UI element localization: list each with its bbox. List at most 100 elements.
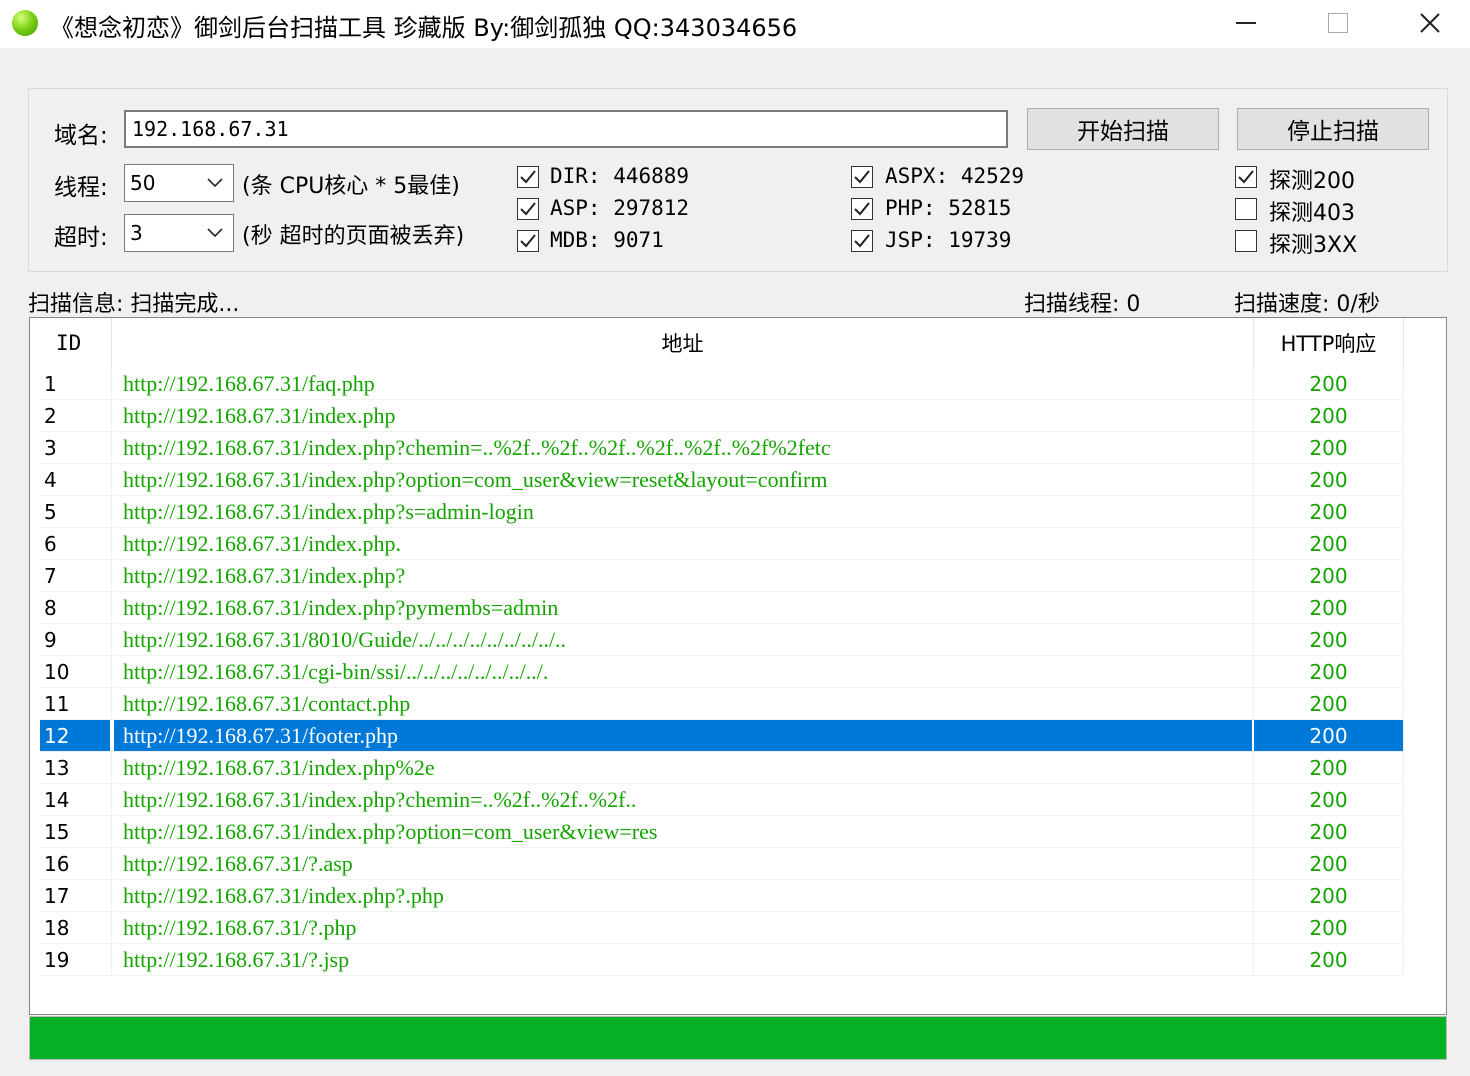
scan-threads-status: 扫描线程: 0 — [1024, 292, 1141, 317]
row-url-cell: http://192.168.67.31/index.php?s=admin-l… — [114, 496, 1254, 528]
row-url-cell: http://192.168.67.31/index.php%2e — [114, 752, 1254, 784]
maximize-button[interactable] — [1292, 0, 1384, 46]
row-url-cell: http://192.168.67.31/?.asp — [114, 848, 1254, 880]
table-row[interactable]: 18 http://192.168.67.31/?.php 200 — [30, 912, 1446, 944]
table-row[interactable]: 7 http://192.168.67.31/index.php? 200 — [30, 560, 1446, 592]
row-url-cell: http://192.168.67.31/index.php. — [114, 528, 1254, 560]
results-rows: 1 http://192.168.67.31/faq.php 200 2 http://… — [30, 368, 1446, 976]
row-url-cell: http://192.168.67.31/cgi-bin/ssi/../../.… — [114, 656, 1254, 688]
row-id-cell: 7 — [40, 560, 112, 592]
scan-info-status: 扫描信息: 扫描完成... — [28, 292, 240, 317]
table-row[interactable]: 16 http://192.168.67.31/?.asp 200 — [30, 848, 1446, 880]
table-row[interactable]: 19 http://192.168.67.31/?.jsp 200 — [30, 944, 1446, 976]
table-row[interactable]: 14 http://192.168.67.31/index.php?chemin=… — [30, 784, 1446, 816]
row-id-cell: 4 — [40, 464, 112, 496]
table-row[interactable]: 3 http://192.168.67.31/index.php?chemin=.… — [30, 432, 1446, 464]
minimize-icon — [1236, 22, 1256, 24]
detect-200-label: 探测200 — [1269, 169, 1355, 194]
table-row[interactable]: 10 http://192.168.67.31/cgi-bin/ssi/../..… — [30, 656, 1446, 688]
minimize-button[interactable] — [1200, 0, 1292, 46]
row-id-cell: 5 — [40, 496, 112, 528]
row-http-code-cell: 200 — [1254, 528, 1404, 560]
row-http-code-cell: 200 — [1254, 560, 1404, 592]
detect-200-checkbox[interactable] — [1235, 166, 1257, 188]
column-header-http-response[interactable]: HTTP响应 — [1254, 318, 1404, 368]
timeout-hint: (秒 超时的页面被丢弃) — [242, 224, 465, 249]
table-row[interactable]: 4 http://192.168.67.31/index.php?option=c… — [30, 464, 1446, 496]
detect-403-checkbox[interactable] — [1235, 198, 1257, 220]
row-http-code-cell: 200 — [1254, 816, 1404, 848]
window-title: 《想念初恋》御剑后台扫描工具 珍藏版 By:御剑孤独 QQ:343034656 — [50, 14, 798, 42]
row-http-code-cell: 200 — [1254, 848, 1404, 880]
dir-checkbox[interactable] — [517, 166, 539, 188]
threads-value: 50 — [130, 171, 156, 195]
row-url-cell: http://192.168.67.31/index.php — [114, 400, 1254, 432]
row-url-cell: http://192.168.67.31/index.php?.php — [114, 880, 1254, 912]
table-row[interactable]: 6 http://192.168.67.31/index.php. 200 — [30, 528, 1446, 560]
aspx-checkbox-label: ASPX: 42529 — [885, 164, 1025, 188]
row-id-cell: 11 — [40, 688, 112, 720]
threads-select[interactable]: 50 — [124, 164, 234, 202]
row-http-code-cell: 200 — [1254, 720, 1404, 752]
checkmark-icon — [1238, 170, 1254, 184]
row-id-cell: 1 — [40, 368, 112, 400]
table-row[interactable]: 17 http://192.168.67.31/index.php?.php 200 — [30, 880, 1446, 912]
stop-scan-button[interactable]: 停止扫描 — [1237, 108, 1429, 150]
row-url-cell: http://192.168.67.31/index.php?pymembs=a… — [114, 592, 1254, 624]
chevron-down-icon — [207, 178, 223, 188]
table-row[interactable]: 2 http://192.168.67.31/index.php 200 — [30, 400, 1446, 432]
row-http-code-cell: 200 — [1254, 464, 1404, 496]
detect-3xx-checkbox[interactable] — [1235, 230, 1257, 252]
row-http-code-cell: 200 — [1254, 944, 1404, 976]
row-id-cell: 15 — [40, 816, 112, 848]
row-id-cell: 19 — [40, 944, 112, 976]
row-url-cell: http://192.168.67.31/faq.php — [114, 368, 1254, 400]
chevron-down-icon — [207, 228, 223, 238]
row-url-cell: http://192.168.67.31/index.php?option=co… — [114, 464, 1254, 496]
row-id-cell: 2 — [40, 400, 112, 432]
row-id-cell: 6 — [40, 528, 112, 560]
row-url-cell: http://192.168.67.31/index.php? — [114, 560, 1254, 592]
scan-progress-bar — [29, 1016, 1447, 1060]
row-http-code-cell: 200 — [1254, 432, 1404, 464]
row-http-code-cell: 200 — [1254, 400, 1404, 432]
row-url-cell: http://192.168.67.31/8010/Guide/../../..… — [114, 624, 1254, 656]
row-http-code-cell: 200 — [1254, 688, 1404, 720]
start-scan-button[interactable]: 开始扫描 — [1027, 108, 1219, 150]
row-id-cell: 12 — [40, 720, 112, 752]
domain-input[interactable]: 192.168.67.31 — [124, 110, 1008, 148]
php-checkbox[interactable] — [851, 198, 873, 220]
row-http-code-cell: 200 — [1254, 880, 1404, 912]
table-row[interactable]: 15 http://192.168.67.31/index.php?option=… — [30, 816, 1446, 848]
asp-checkbox[interactable] — [517, 198, 539, 220]
asp-checkbox-label: ASP: 297812 — [550, 196, 690, 220]
close-button[interactable] — [1384, 0, 1470, 46]
mdb-checkbox[interactable] — [517, 230, 539, 252]
row-id-cell: 3 — [40, 432, 112, 464]
column-header-id[interactable]: ID — [30, 318, 112, 368]
column-header-address[interactable]: 地址 — [112, 318, 1254, 368]
domain-label: 域名: — [54, 123, 108, 149]
timeout-value: 3 — [130, 221, 143, 245]
table-row[interactable]: 1 http://192.168.67.31/faq.php 200 — [30, 368, 1446, 400]
aspx-checkbox[interactable] — [851, 166, 873, 188]
results-list[interactable]: ID 地址 HTTP响应 1 http://192.168.67.31/faq.p… — [29, 317, 1447, 1015]
table-row[interactable]: 9 http://192.168.67.31/8010/Guide/../../.… — [30, 624, 1446, 656]
row-id-cell: 10 — [40, 656, 112, 688]
results-header: ID 地址 HTTP响应 — [30, 318, 1446, 368]
row-id-cell: 17 — [40, 880, 112, 912]
table-row[interactable]: 12 http://192.168.67.31/footer.php 200 — [30, 720, 1446, 752]
table-row[interactable]: 5 http://192.168.67.31/index.php?s=admin-… — [30, 496, 1446, 528]
scan-speed-status: 扫描速度: 0/秒 — [1234, 292, 1380, 317]
checkmark-icon — [854, 234, 870, 248]
jsp-checkbox[interactable] — [851, 230, 873, 252]
table-row[interactable]: 8 http://192.168.67.31/index.php?pymembs=… — [30, 592, 1446, 624]
checkmark-icon — [520, 234, 536, 248]
table-row[interactable]: 11 http://192.168.67.31/contact.php 200 — [30, 688, 1446, 720]
row-url-cell: http://192.168.67.31/?.jsp — [114, 944, 1254, 976]
row-url-cell: http://192.168.67.31/index.php?chemin=..… — [114, 432, 1254, 464]
row-http-code-cell: 200 — [1254, 368, 1404, 400]
timeout-select[interactable]: 3 — [124, 214, 234, 252]
table-row[interactable]: 13 http://192.168.67.31/index.php%2e 200 — [30, 752, 1446, 784]
row-url-cell: http://192.168.67.31/index.php?option=co… — [114, 816, 1254, 848]
